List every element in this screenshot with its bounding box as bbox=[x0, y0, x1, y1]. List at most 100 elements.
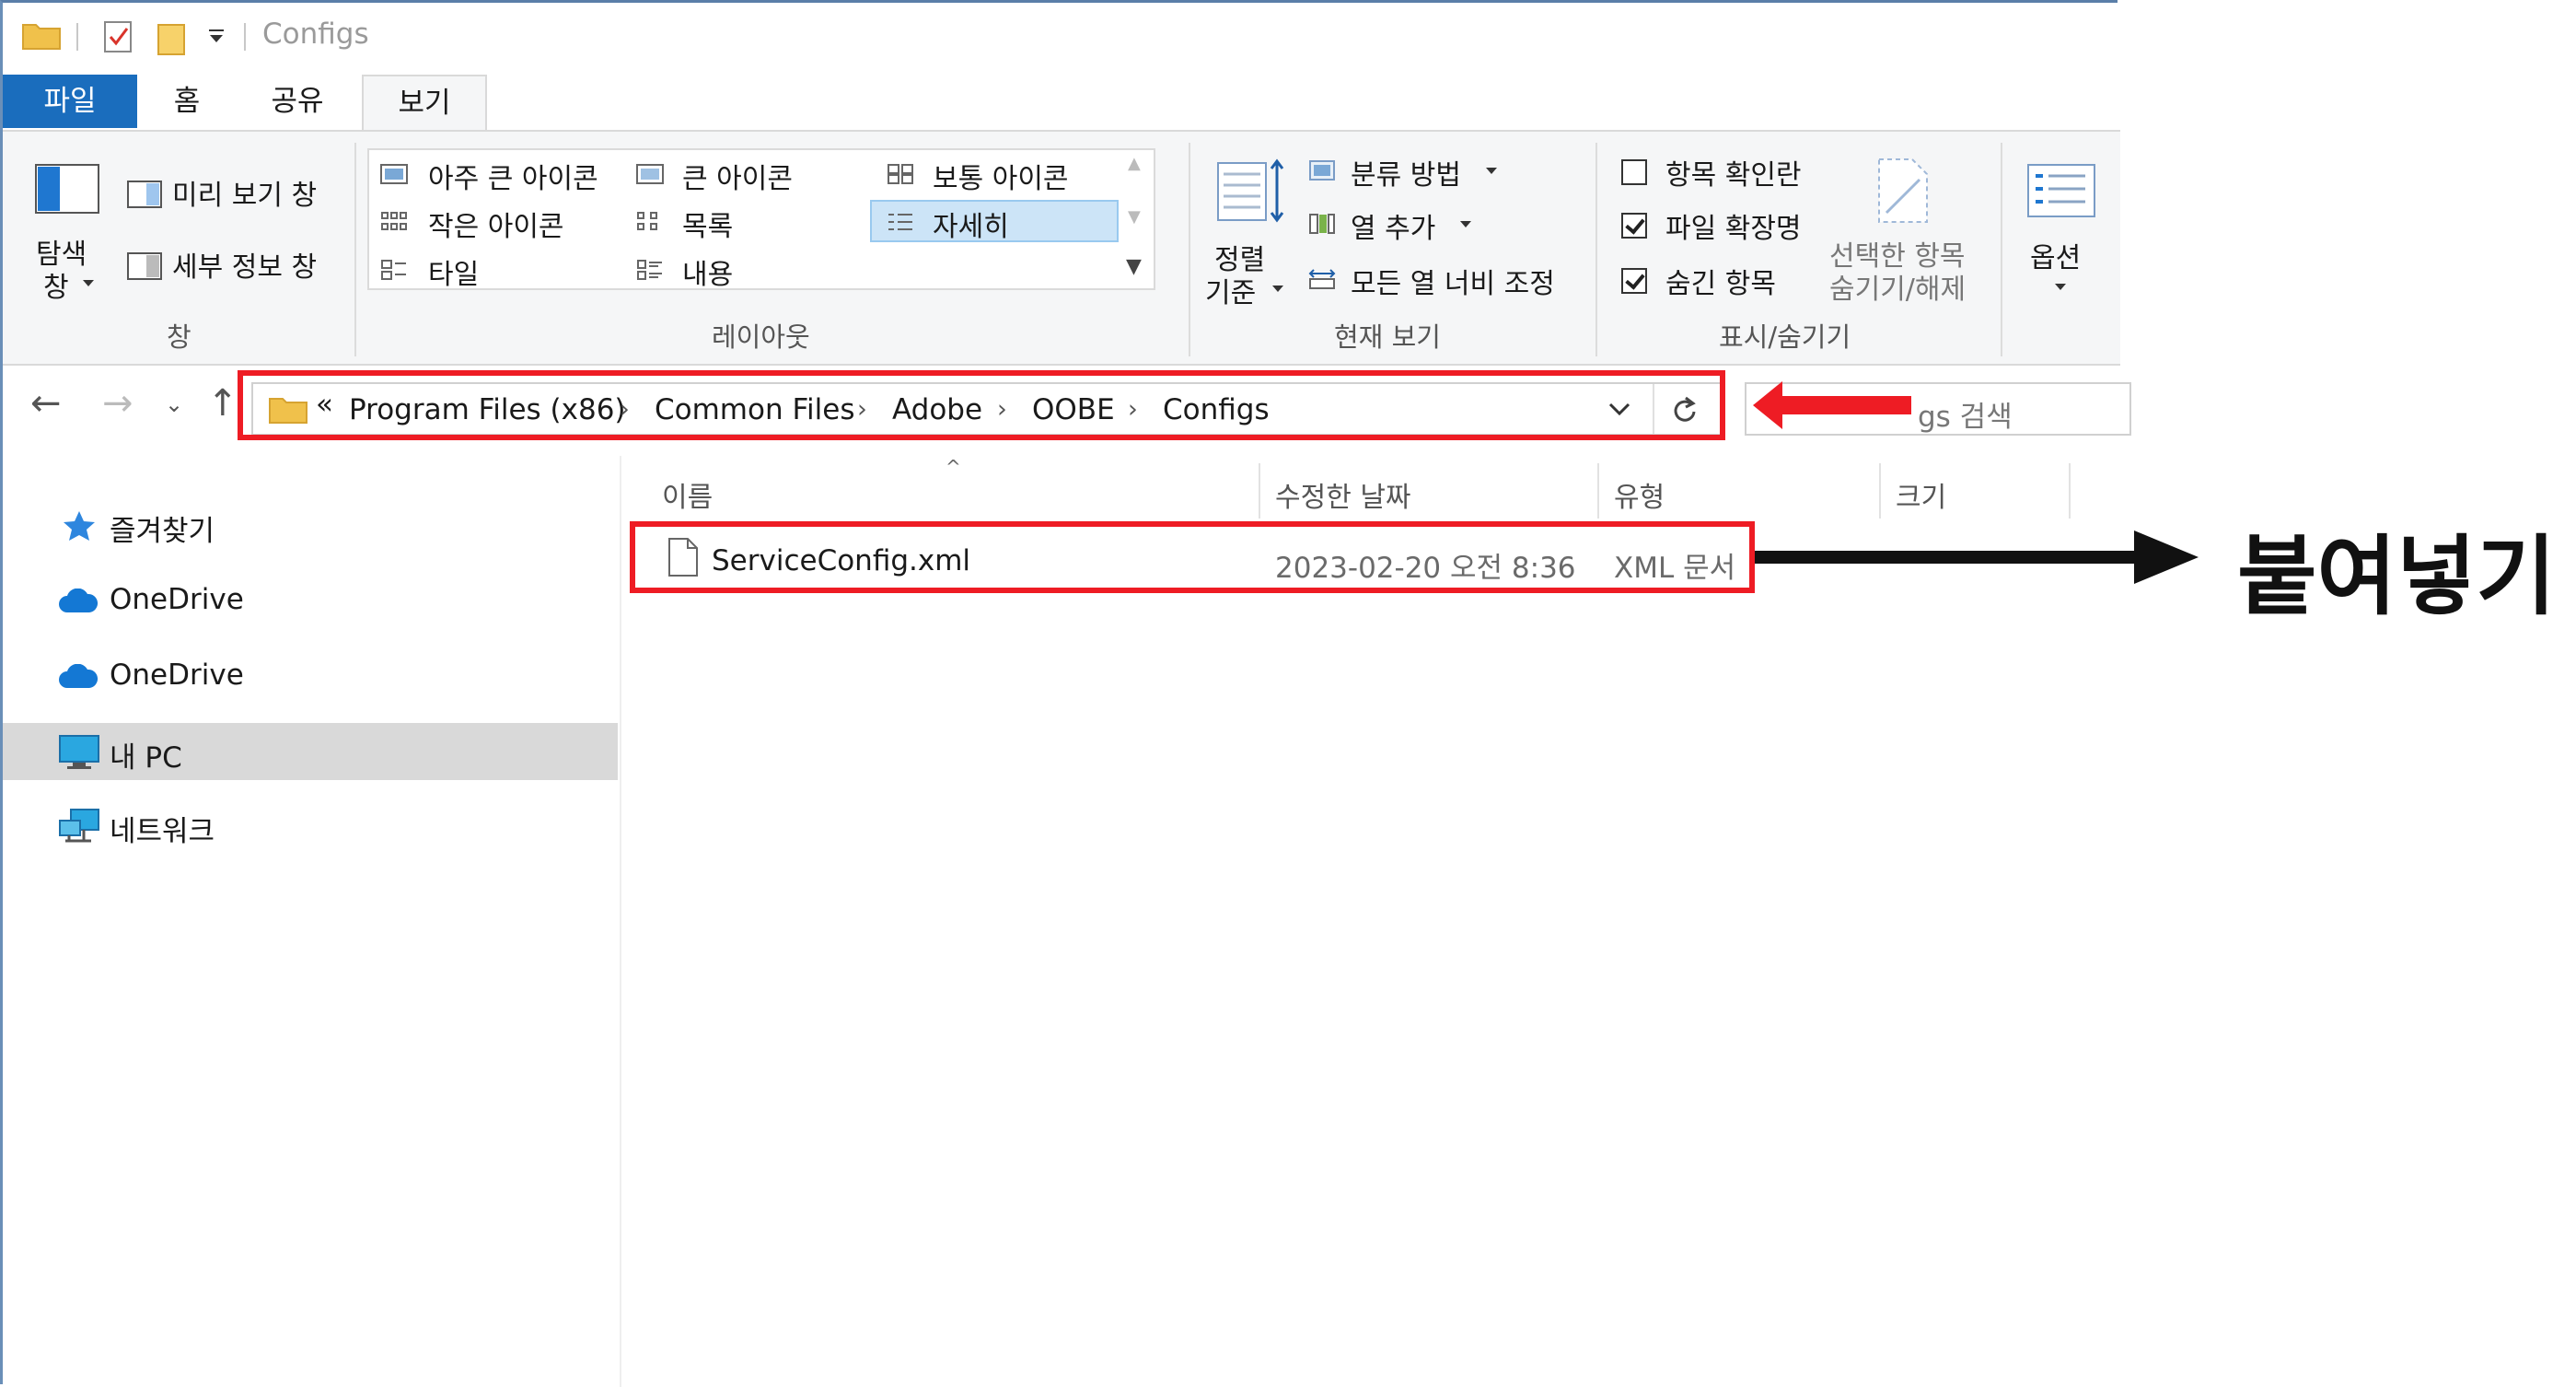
tiles-icon bbox=[381, 260, 406, 280]
search-placeholder: gs 검색 bbox=[1918, 401, 2013, 434]
navigation-pane-icon[interactable] bbox=[34, 163, 100, 215]
file-row-highlight-box bbox=[630, 521, 1755, 593]
back-arrow-icon[interactable]: ← bbox=[30, 382, 62, 425]
group-label-layout: 레이아웃 bbox=[712, 321, 810, 353]
tab-share[interactable]: 공유 bbox=[251, 75, 343, 128]
sort-ascending-chevron-icon: ^ bbox=[946, 456, 961, 478]
layout-content[interactable]: 내용 bbox=[682, 251, 733, 292]
chevron-down-icon bbox=[1460, 221, 1471, 227]
add-columns-button[interactable]: 열 추가 bbox=[1351, 205, 1435, 246]
file-extensions-checkbox[interactable] bbox=[1621, 213, 1647, 239]
hidden-items-label[interactable]: 숨긴 항목 bbox=[1665, 261, 1776, 301]
recent-locations-chevron-icon[interactable]: ⌄ bbox=[165, 391, 183, 417]
layout-list[interactable]: 목록 bbox=[682, 204, 733, 244]
options-icon[interactable] bbox=[2026, 163, 2096, 218]
pane-divider[interactable] bbox=[620, 456, 621, 1387]
star-icon bbox=[64, 511, 95, 541]
explorer-window: Configs 파일 홈 공유 보기 탐색 창 미리 보기 창 세부 정보 창 … bbox=[0, 0, 2131, 1387]
network-icon bbox=[59, 809, 99, 843]
tab-file[interactable]: 파일 bbox=[3, 75, 137, 128]
layout-extra-large-icons[interactable]: 아주 큰 아이콘 bbox=[428, 156, 598, 196]
cloud-icon bbox=[59, 589, 98, 612]
column-divider[interactable] bbox=[1259, 463, 1260, 519]
column-header-type[interactable]: 유형 bbox=[1614, 474, 1665, 515]
large-icons-icon bbox=[636, 164, 664, 184]
layout-details[interactable]: 자세히 bbox=[933, 204, 1009, 244]
file-extensions-label[interactable]: 파일 확장명 bbox=[1665, 205, 1802, 246]
content-icon bbox=[637, 260, 662, 280]
column-divider[interactable] bbox=[2069, 463, 2071, 519]
hide-selected-items-label-2[interactable]: 숨기기/해제 bbox=[1829, 266, 1966, 307]
item-checkboxes-checkbox[interactable] bbox=[1621, 159, 1647, 185]
layout-tiles[interactable]: 타일 bbox=[428, 251, 479, 292]
new-folder-icon[interactable] bbox=[156, 19, 187, 56]
divider bbox=[354, 143, 356, 356]
customize-dropdown-icon[interactable] bbox=[207, 29, 226, 47]
divider bbox=[1595, 143, 1597, 356]
size-columns-icon bbox=[1308, 269, 1336, 289]
details-pane-icon bbox=[127, 252, 162, 280]
tab-view[interactable]: 보기 bbox=[362, 75, 487, 132]
nav-item-network[interactable]: 네트워크 bbox=[3, 797, 618, 854]
sort-by-icon[interactable] bbox=[1216, 157, 1286, 227]
preview-pane-button[interactable]: 미리 보기 창 bbox=[172, 172, 317, 213]
group-label-current-view: 현재 보기 bbox=[1334, 321, 1441, 353]
preview-pane-icon bbox=[127, 181, 162, 208]
gallery-scroll-up[interactable]: ▲ bbox=[1128, 154, 1141, 173]
item-checkboxes-label[interactable]: 항목 확인란 bbox=[1665, 152, 1802, 192]
annotation-paste-label: 붙여넣기 bbox=[2237, 527, 2556, 627]
nav-item-this-pc[interactable]: 내 PC bbox=[3, 723, 618, 780]
properties-check-icon[interactable] bbox=[102, 19, 133, 54]
ribbon-view: 탐색 창 미리 보기 창 세부 정보 창 창 아주 큰 아이콘 큰 아이콘 보통… bbox=[3, 130, 2120, 366]
details-pane-button[interactable]: 세부 정보 창 bbox=[172, 244, 317, 285]
navigation-pane-label-2[interactable]: 창 bbox=[43, 264, 69, 305]
group-label-pane: 창 bbox=[167, 321, 191, 353]
layout-large-icons[interactable]: 큰 아이콘 bbox=[682, 156, 793, 196]
sort-by-label-2[interactable]: 기준 bbox=[1205, 270, 1256, 310]
nav-label: OneDrive bbox=[110, 583, 244, 616]
column-header-size[interactable]: 크기 bbox=[1896, 474, 1946, 515]
navigation-pane: 즐겨찾기 OneDrive OneDrive 내 PC 네트워크 bbox=[3, 456, 620, 1387]
gallery-more[interactable]: ▼ bbox=[1126, 255, 1142, 278]
column-divider[interactable] bbox=[1879, 463, 1881, 519]
nav-label: 네트워크 bbox=[110, 815, 215, 848]
forward-arrow-icon[interactable]: → bbox=[102, 382, 133, 425]
divider bbox=[1189, 143, 1190, 356]
hidden-items-checkbox[interactable] bbox=[1621, 268, 1647, 294]
list-icon bbox=[637, 212, 657, 230]
medium-icons-icon bbox=[888, 164, 913, 184]
hide-selected-items-icon[interactable] bbox=[1875, 156, 1931, 226]
cloud-icon bbox=[59, 664, 98, 688]
nav-item-onedrive-1[interactable]: OneDrive bbox=[3, 572, 618, 629]
options-button[interactable]: 옵션 bbox=[2030, 235, 2081, 275]
chevron-down-icon bbox=[1486, 168, 1497, 174]
nav-label: OneDrive bbox=[110, 659, 244, 692]
tab-home[interactable]: 홈 bbox=[150, 75, 224, 128]
size-all-columns-button[interactable]: 모든 열 너비 조정 bbox=[1351, 261, 1555, 301]
layout-small-icons[interactable]: 작은 아이콘 bbox=[428, 204, 564, 244]
divider bbox=[2001, 143, 2002, 356]
ribbon-tabs: 파일 홈 공유 보기 bbox=[3, 75, 2120, 132]
group-by-button[interactable]: 분류 방법 bbox=[1351, 152, 1461, 192]
group-label-show-hide: 표시/숨기기 bbox=[1719, 321, 1851, 353]
chevron-down-icon bbox=[2055, 284, 2066, 290]
address-bar-highlight-box bbox=[238, 370, 1725, 440]
gallery-scroll-down[interactable]: ▼ bbox=[1128, 207, 1141, 227]
folder-icon[interactable] bbox=[21, 19, 62, 51]
title-bar: Configs bbox=[3, 3, 2120, 67]
column-divider[interactable] bbox=[1597, 463, 1599, 519]
divider bbox=[76, 23, 78, 51]
nav-item-onedrive-2[interactable]: OneDrive bbox=[3, 647, 618, 705]
details-icon bbox=[888, 214, 912, 230]
column-header-name[interactable]: 이름 bbox=[662, 474, 713, 515]
nav-item-quick-access[interactable]: 즐겨찾기 bbox=[3, 496, 618, 554]
small-icons-icon bbox=[381, 212, 407, 230]
window-title: Configs bbox=[262, 17, 369, 51]
chevron-down-icon bbox=[83, 280, 94, 286]
computer-icon bbox=[59, 735, 99, 769]
nav-label: 즐겨찾기 bbox=[110, 515, 215, 548]
layout-medium-icons[interactable]: 보통 아이콘 bbox=[933, 156, 1069, 196]
column-header-date[interactable]: 수정한 날짜 bbox=[1275, 474, 1411, 515]
up-arrow-icon[interactable]: ↑ bbox=[207, 382, 238, 425]
black-arrow-icon bbox=[1755, 530, 2199, 584]
